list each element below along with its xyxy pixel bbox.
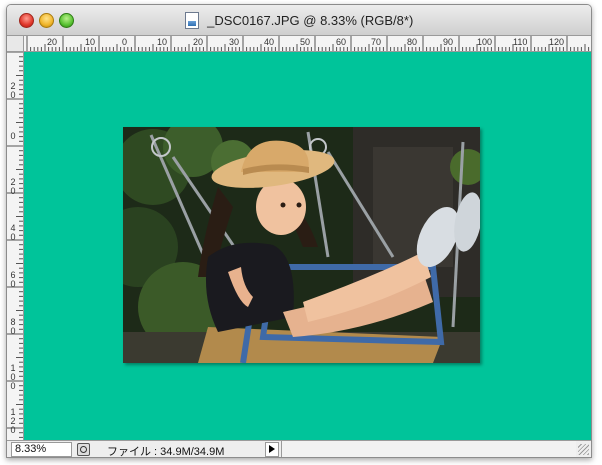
ruler-label: 0 xyxy=(10,131,16,141)
status-menu-arrow-icon[interactable] xyxy=(265,442,279,457)
ruler-label: 10 xyxy=(157,37,168,47)
file-size-info: ファイル : 34.9M/34.9M xyxy=(107,446,225,458)
ruler-label: 10 xyxy=(85,37,96,47)
window-title-text: _DSC0167.JPG @ 8.33% (RGB/8*) xyxy=(207,13,414,29)
status-bar: 8.33% ファイル : 34.9M/34.9M xyxy=(7,440,591,458)
ruler-label: 20 xyxy=(193,37,204,47)
zoom-level-field[interactable]: 8.33% xyxy=(11,442,72,457)
window-title: _DSC0167.JPG @ 8.33% (RGB/8*) xyxy=(7,12,591,30)
ruler-label: 2 0 xyxy=(10,81,16,100)
ruler-label: 120 xyxy=(549,37,565,47)
ruler-label: 4 0 xyxy=(10,223,16,242)
photo-girl-on-swing xyxy=(123,127,480,363)
ruler-label: 8 0 xyxy=(10,317,16,336)
title-bar[interactable]: _DSC0167.JPG @ 8.33% (RGB/8*) xyxy=(7,5,591,36)
ruler-origin-corner[interactable] xyxy=(7,36,24,52)
ruler-label: 0 xyxy=(122,37,128,47)
ruler-label: 1 2 0 xyxy=(10,407,16,435)
ruler-label: 80 xyxy=(407,37,418,47)
horizontal-scrollbar[interactable] xyxy=(281,441,576,457)
ruler-label: 40 xyxy=(264,37,275,47)
status-info-icon[interactable] xyxy=(77,443,90,456)
ruler-label: 90 xyxy=(443,37,454,47)
ruler-label: 60 xyxy=(336,37,347,47)
ruler-label: 100 xyxy=(477,37,493,47)
ruler-label: 2 0 xyxy=(10,177,16,196)
resize-grip-icon[interactable] xyxy=(578,444,589,455)
ruler-label: 30 xyxy=(229,37,240,47)
ruler-label: 20 xyxy=(47,37,58,47)
horizontal-ruler[interactable]: 20 10 0 10 20 30 40 50 60 70 80 90 100 1… xyxy=(7,36,591,52)
ruler-label: 70 xyxy=(371,37,382,47)
ruler-label: 50 xyxy=(300,37,311,47)
ruler-label: 110 xyxy=(513,37,528,47)
ruler-label: 1 0 0 xyxy=(10,363,16,391)
document-window: _DSC0167.JPG @ 8.33% (RGB/8*) 20 10 0 10… xyxy=(6,4,592,458)
document-photo[interactable] xyxy=(123,127,480,363)
vertical-ruler[interactable]: 2 0 0 2 0 4 0 6 0 8 0 1 0 0 1 2 0 xyxy=(7,52,24,440)
document-icon xyxy=(184,12,199,30)
ruler-label: 6 0 xyxy=(10,270,16,289)
canvas-area[interactable] xyxy=(24,52,591,440)
